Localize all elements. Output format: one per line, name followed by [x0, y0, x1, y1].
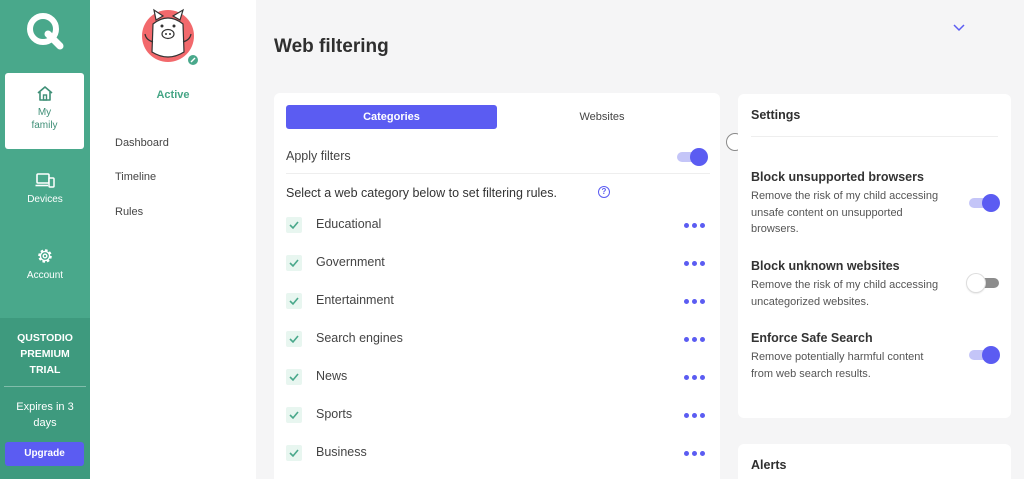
- nav-rules[interactable]: Rules: [115, 206, 143, 218]
- divider: [4, 386, 86, 387]
- devices-icon: [35, 173, 55, 188]
- category-label: Business: [316, 445, 367, 459]
- block-unknown-websites-toggle[interactable]: [967, 274, 999, 292]
- rail-item-my-family[interactable]: My family: [5, 73, 84, 149]
- rail-item-label: My: [37, 107, 52, 118]
- checkbox[interactable]: [286, 369, 302, 385]
- category-label: Educational: [316, 217, 382, 231]
- category-row[interactable]: News: [286, 367, 710, 387]
- category-label: Entertainment: [316, 293, 394, 307]
- page-title: Web filtering: [274, 36, 389, 57]
- rail-item-label: family: [31, 120, 58, 131]
- category-instructions: Select a web category below to set filte…: [286, 186, 557, 200]
- tab-categories[interactable]: Categories: [286, 105, 497, 129]
- enforce-safe-search-toggle[interactable]: [969, 346, 1001, 364]
- settings-title: Settings: [751, 108, 801, 122]
- checkmark-icon: [289, 297, 299, 306]
- category-row[interactable]: Entertainment: [286, 291, 710, 311]
- settings-card: Settings Block unsupported browsers Remo…: [738, 94, 1011, 418]
- category-row[interactable]: Search engines: [286, 329, 710, 349]
- checkmark-icon: [289, 373, 299, 382]
- rail-item-label: Account: [26, 270, 64, 281]
- category-row[interactable]: Educational: [286, 215, 710, 235]
- pig-avatar-icon[interactable]: [140, 6, 204, 66]
- apply-filters-toggle[interactable]: [677, 148, 709, 166]
- more-options-icon[interactable]: [684, 375, 706, 380]
- divider: [286, 173, 710, 174]
- nav-dashboard[interactable]: Dashboard: [115, 137, 169, 149]
- checkmark-icon: [289, 449, 299, 458]
- checkbox[interactable]: [286, 255, 302, 271]
- checkmark-icon: [289, 335, 299, 344]
- checkbox[interactable]: [286, 445, 302, 461]
- setting-description: Remove the risk of my child accessing un…: [751, 279, 939, 308]
- category-label: Sports: [316, 407, 353, 421]
- checkmark-icon: [289, 411, 299, 420]
- profile-panel: Active Dashboard Timeline Rules: [90, 0, 256, 479]
- setting-description: Remove the risk of my child accessing un…: [751, 190, 939, 235]
- checkmark-icon: [289, 259, 299, 268]
- home-icon: [36, 86, 53, 101]
- rail-item-label: Devices: [27, 194, 63, 205]
- more-options-icon[interactable]: [684, 337, 706, 342]
- tab-websites[interactable]: Websites: [509, 105, 695, 129]
- upgrade-button[interactable]: Upgrade: [5, 442, 84, 466]
- filters-card: Categories Websites Apply filters Select…: [274, 93, 720, 479]
- trial-expiry: Expires in 3 days: [16, 401, 74, 429]
- left-rail: My family Devices Account QUSTODIO PREMI…: [0, 0, 90, 479]
- rail-item-account[interactable]: Account: [0, 247, 90, 282]
- category-row[interactable]: Government: [286, 253, 710, 273]
- category-row[interactable]: Business: [286, 443, 710, 463]
- category-row[interactable]: Sports: [286, 405, 710, 425]
- category-label: Search engines: [316, 331, 403, 345]
- qustodio-logo-icon[interactable]: [24, 10, 66, 52]
- trial-label: QUSTODIO PREMIUM TRIAL: [17, 332, 73, 376]
- nav-timeline[interactable]: Timeline: [115, 171, 156, 183]
- checkbox[interactable]: [286, 293, 302, 309]
- alerts-title: Alerts: [751, 458, 787, 472]
- alerts-card: Alerts: [738, 444, 1011, 479]
- rail-item-devices[interactable]: Devices: [0, 172, 90, 206]
- category-label: Government: [316, 255, 385, 269]
- help-icon[interactable]: ?: [598, 186, 610, 198]
- more-options-icon[interactable]: [684, 261, 706, 266]
- category-label: News: [316, 369, 348, 383]
- setting-title: Enforce Safe Search: [751, 331, 873, 345]
- divider: [751, 136, 998, 137]
- more-options-icon[interactable]: [684, 451, 706, 456]
- setting-title: Block unknown websites: [751, 259, 900, 273]
- setting-description: Remove potentially harmful content from …: [751, 351, 924, 380]
- gear-icon: [38, 249, 52, 263]
- checkbox[interactable]: [286, 217, 302, 233]
- more-options-icon[interactable]: [684, 223, 706, 228]
- trial-panel: QUSTODIO PREMIUM TRIAL Expires in 3 days…: [0, 318, 90, 479]
- apply-filters-label: Apply filters: [286, 149, 351, 163]
- more-options-icon[interactable]: [684, 413, 706, 418]
- more-options-icon[interactable]: [684, 299, 706, 304]
- chevron-down-icon[interactable]: [952, 22, 966, 32]
- block-unsupported-browsers-toggle[interactable]: [969, 194, 1001, 212]
- checkbox[interactable]: [286, 407, 302, 423]
- profile-status: Active: [156, 89, 190, 101]
- setting-title: Block unsupported browsers: [751, 170, 924, 184]
- checkbox[interactable]: [286, 331, 302, 347]
- checkmark-icon: [289, 221, 299, 230]
